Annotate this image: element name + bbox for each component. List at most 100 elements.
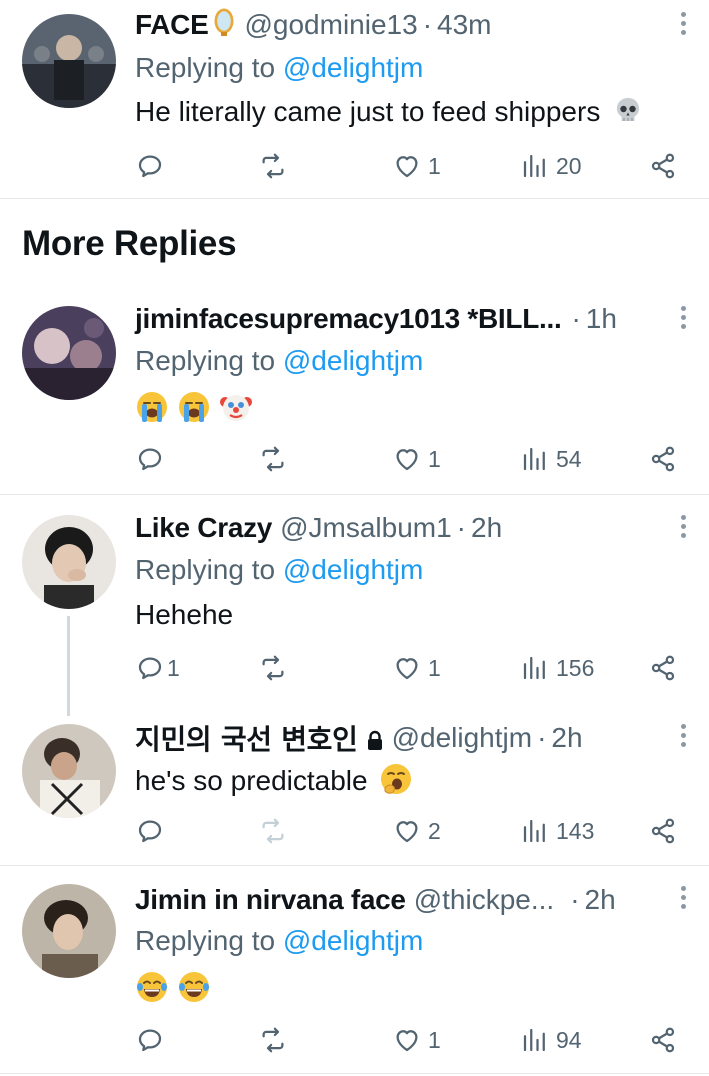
handle[interactable]: @Jmsalbum1 bbox=[280, 512, 452, 544]
yawning-face-emoji bbox=[379, 762, 413, 803]
avatar[interactable] bbox=[22, 724, 116, 818]
views-icon bbox=[520, 816, 550, 846]
clown-face-emoji bbox=[219, 390, 253, 431]
views-icon bbox=[520, 653, 550, 683]
mention-link[interactable]: @delightjm bbox=[283, 52, 423, 83]
views-button[interactable]: 143 bbox=[520, 811, 594, 851]
avatar[interactable] bbox=[22, 884, 116, 978]
handle[interactable]: @godminie13 bbox=[244, 9, 417, 41]
replying-prefix: Replying to bbox=[135, 345, 276, 376]
tweet-text: Hehehe bbox=[135, 599, 234, 630]
like-count: 1 bbox=[428, 445, 441, 472]
mention-link[interactable]: @delightjm bbox=[283, 925, 423, 956]
heart-icon bbox=[392, 816, 422, 846]
more-icon[interactable] bbox=[681, 12, 689, 40]
reply-button[interactable]: 1 bbox=[135, 648, 180, 688]
replying-to: Replying to @delightjm bbox=[135, 52, 423, 84]
heart-icon bbox=[392, 444, 422, 474]
section-title: More Replies bbox=[22, 224, 237, 263]
divider bbox=[0, 1073, 709, 1074]
mention-link[interactable]: @delightjm bbox=[283, 345, 423, 376]
like-button[interactable]: 1 bbox=[392, 146, 441, 186]
timestamp[interactable]: 2h bbox=[585, 884, 616, 916]
retweet-icon bbox=[258, 816, 288, 846]
separator-dot: · bbox=[570, 884, 580, 915]
avatar[interactable] bbox=[22, 306, 116, 400]
reply-icon bbox=[135, 444, 165, 474]
retweet-button[interactable] bbox=[258, 146, 294, 186]
tweet-delightjm[interactable]: 지민의 국선 변호인 @delightjm · 2h he's so predi… bbox=[0, 718, 709, 865]
display-name[interactable]: jiminfacesupremacy1013 *BILL... bbox=[135, 303, 562, 335]
view-count: 54 bbox=[556, 445, 582, 472]
display-name[interactable]: Jimin in nirvana face bbox=[135, 884, 406, 916]
display-name[interactable]: 지민의 국선 변호인 bbox=[135, 718, 358, 758]
views-button[interactable]: 20 bbox=[520, 146, 582, 186]
tweet-text bbox=[135, 390, 253, 431]
reply-icon bbox=[135, 1025, 165, 1055]
handle[interactable]: @thickpe... bbox=[414, 884, 554, 916]
share-button[interactable] bbox=[648, 648, 678, 688]
share-button[interactable] bbox=[648, 439, 678, 479]
display-name[interactable]: Like Crazy bbox=[135, 512, 272, 544]
reply-count: 1 bbox=[167, 654, 180, 681]
face-with-tears-of-joy-emoji bbox=[135, 970, 169, 1011]
tweet-actions: 1 1 156 bbox=[0, 648, 709, 688]
replying-to: Replying to @delightjm bbox=[135, 554, 423, 586]
like-count: 1 bbox=[428, 654, 441, 681]
reply-button[interactable] bbox=[135, 811, 171, 851]
reply-button[interactable] bbox=[135, 146, 171, 186]
avatar[interactable] bbox=[22, 14, 116, 108]
view-count: 156 bbox=[556, 654, 595, 681]
share-icon bbox=[648, 444, 678, 474]
replying-prefix: Replying to bbox=[135, 554, 276, 585]
views-button[interactable]: 94 bbox=[520, 1020, 582, 1060]
like-count: 2 bbox=[428, 817, 441, 844]
share-button[interactable] bbox=[648, 1020, 678, 1060]
like-button[interactable]: 1 bbox=[392, 439, 441, 479]
like-button[interactable]: 2 bbox=[392, 811, 441, 851]
retweet-button[interactable] bbox=[258, 648, 294, 688]
more-icon[interactable] bbox=[681, 306, 689, 334]
share-button[interactable] bbox=[648, 811, 678, 851]
display-name[interactable]: FACE bbox=[135, 9, 209, 41]
reply-button[interactable] bbox=[135, 439, 171, 479]
lock-icon bbox=[366, 727, 384, 750]
more-icon[interactable] bbox=[681, 515, 689, 543]
tweet-text: He literally came just to feed shippers bbox=[135, 96, 642, 131]
tweet-jimin-nirvana[interactable]: Jimin in nirvana face @thickpe... · 2h R… bbox=[0, 866, 709, 1076]
timestamp[interactable]: 2h bbox=[551, 722, 582, 754]
replying-prefix: Replying to bbox=[135, 52, 276, 83]
more-icon[interactable] bbox=[681, 886, 689, 914]
like-button[interactable]: 1 bbox=[392, 648, 441, 688]
like-count: 1 bbox=[428, 152, 441, 179]
timestamp[interactable]: 1h bbox=[586, 303, 617, 335]
handle[interactable]: @delightjm bbox=[392, 722, 532, 754]
heart-icon bbox=[392, 151, 422, 181]
like-button[interactable]: 1 bbox=[392, 1020, 441, 1060]
avatar[interactable] bbox=[22, 515, 116, 609]
retweet-icon bbox=[258, 1025, 288, 1055]
share-icon bbox=[648, 151, 678, 181]
views-button[interactable]: 156 bbox=[520, 648, 594, 688]
thread-connector bbox=[67, 616, 70, 716]
share-button[interactable] bbox=[648, 146, 678, 186]
share-icon bbox=[648, 816, 678, 846]
views-button[interactable]: 54 bbox=[520, 439, 582, 479]
heart-icon bbox=[392, 1025, 422, 1055]
tweet-jiminfacesupremacy[interactable]: jiminfacesupremacy1013 *BILL... · 1h Rep… bbox=[0, 290, 709, 495]
tweet-like-crazy[interactable]: Like Crazy @Jmsalbum1 · 2h Replying to @… bbox=[0, 495, 709, 700]
skull-emoji bbox=[614, 96, 642, 131]
more-icon[interactable] bbox=[681, 724, 689, 752]
timestamp[interactable]: 43m bbox=[437, 9, 491, 41]
mention-link[interactable]: @delightjm bbox=[283, 554, 423, 585]
reply-icon bbox=[135, 816, 165, 846]
views-icon bbox=[520, 1025, 550, 1055]
tweet-face[interactable]: FACE @godminie13 · 43m Replying to @deli… bbox=[0, 0, 709, 198]
share-icon bbox=[648, 1025, 678, 1055]
retweet-button[interactable] bbox=[258, 1020, 294, 1060]
timestamp[interactable]: 2h bbox=[471, 512, 502, 544]
retweet-icon bbox=[258, 444, 288, 474]
retweet-button[interactable] bbox=[258, 439, 294, 479]
loudly-crying-face-emoji bbox=[135, 390, 169, 431]
reply-button[interactable] bbox=[135, 1020, 171, 1060]
